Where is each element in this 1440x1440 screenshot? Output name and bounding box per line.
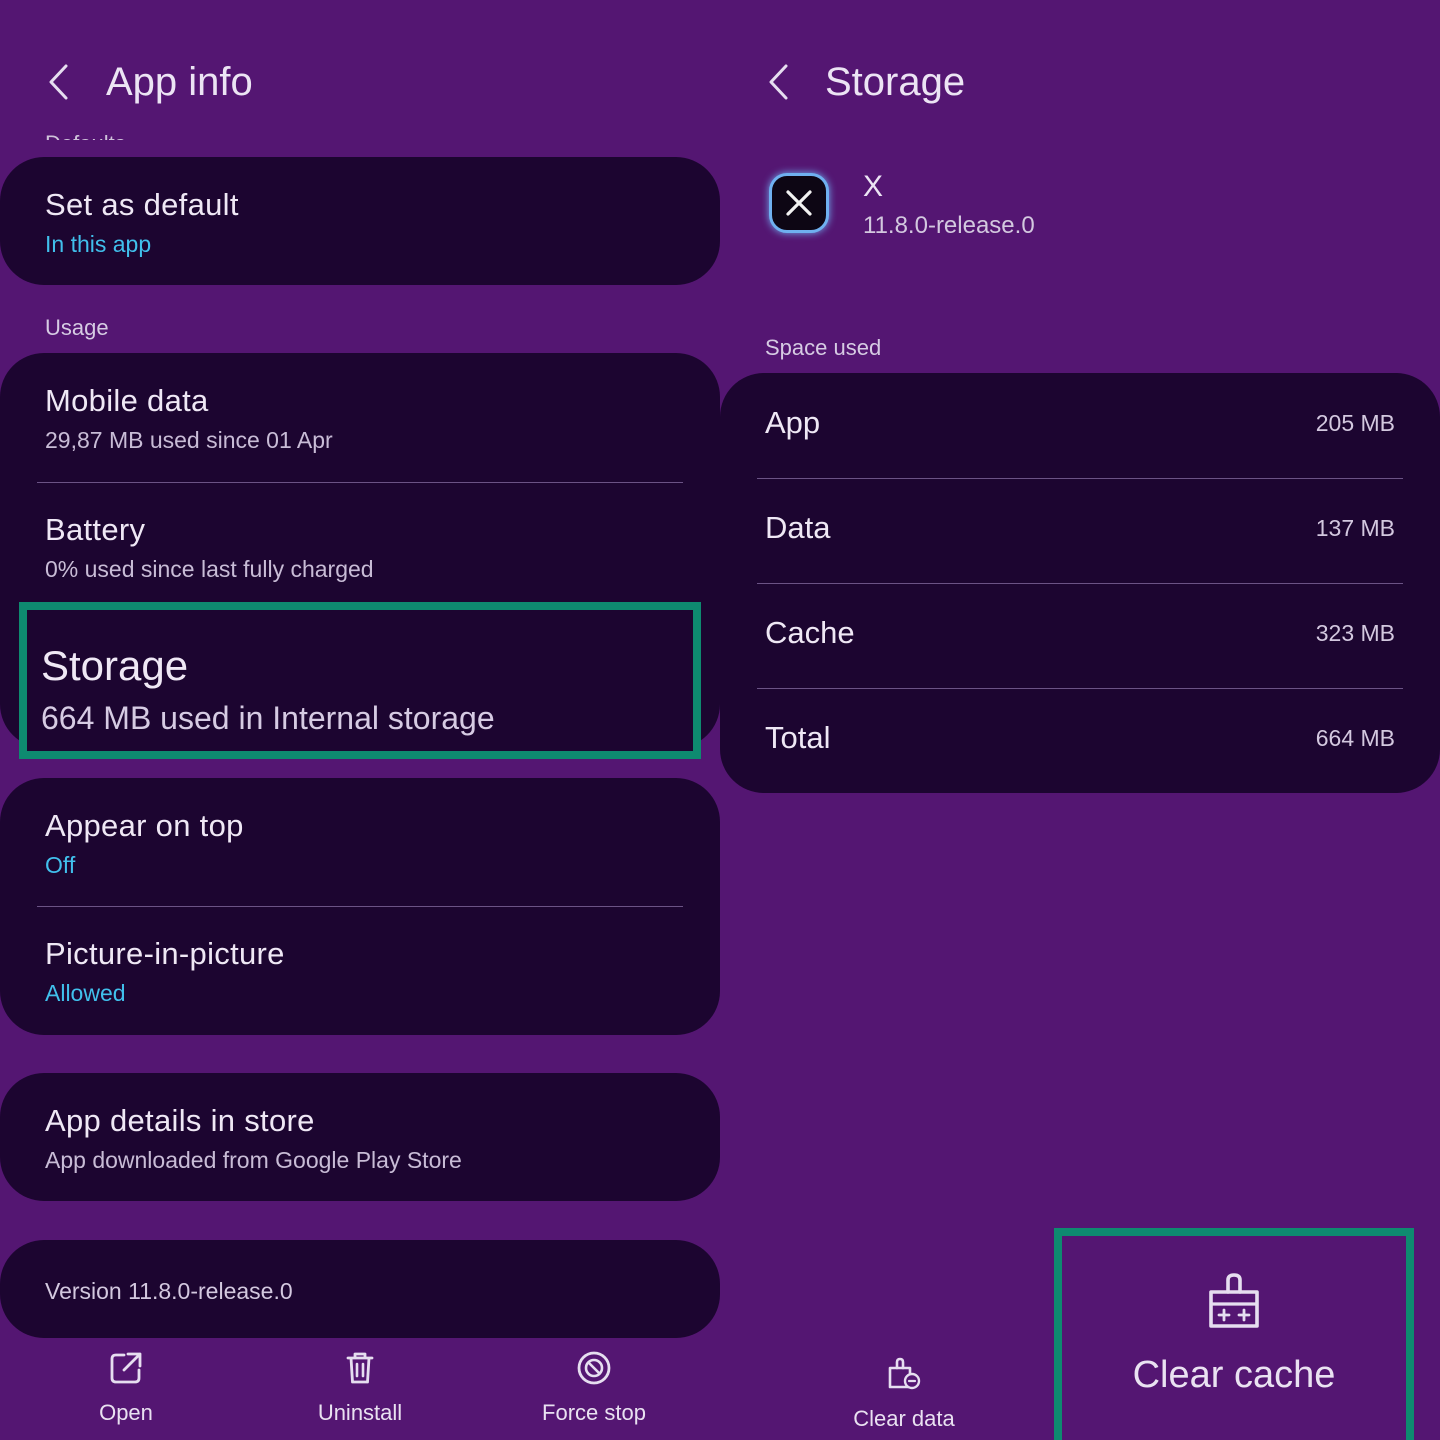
battery-item[interactable]: Battery 0% used since last fully charged bbox=[45, 512, 690, 583]
force-stop-label: Force stop bbox=[542, 1400, 646, 1425]
chevron-left-icon bbox=[769, 64, 788, 100]
storage-row-total: Total 664 MB bbox=[765, 720, 1395, 756]
version-text: Version 11.8.0-release.0 bbox=[45, 1278, 293, 1304]
pip-title: Picture-in-picture bbox=[45, 936, 285, 971]
storage-row-label: Data bbox=[765, 510, 831, 545]
storage-row-value: 664 MB bbox=[1315, 724, 1395, 751]
divider bbox=[37, 482, 683, 483]
storage-item[interactable]: Storage 664 MB used in Internal storage bbox=[19, 602, 701, 759]
back-button[interactable] bbox=[758, 62, 798, 102]
set-default-subtitle: In this app bbox=[45, 231, 152, 257]
clear-data-icon bbox=[888, 1357, 921, 1390]
storage-row-label: Cache bbox=[765, 615, 855, 650]
broom-icon bbox=[1209, 1273, 1259, 1328]
set-default-card[interactable]: Set as default In this app bbox=[0, 157, 720, 285]
app-info-pane: App info Defaults Set as default In this… bbox=[0, 0, 720, 1440]
section-label-space-used: Space used bbox=[765, 335, 882, 360]
block-icon bbox=[577, 1351, 611, 1385]
appear-on-top-title: Appear on top bbox=[45, 808, 244, 843]
storage-header: Storage bbox=[720, 52, 965, 112]
bottom-action-bar: Open Uninstall Force stop bbox=[0, 1348, 720, 1440]
store-title: App details in store bbox=[45, 1103, 315, 1138]
divider bbox=[37, 906, 683, 907]
divider bbox=[757, 583, 1403, 584]
battery-subtitle: 0% used since last fully charged bbox=[45, 556, 374, 582]
storage-row-app: App 205 MB bbox=[765, 405, 1395, 441]
mobile-data-item[interactable]: Mobile data 29,87 MB used since 01 Apr bbox=[45, 383, 690, 454]
clear-data-button[interactable]: Clear data bbox=[824, 1354, 984, 1432]
open-button[interactable]: Open bbox=[36, 1348, 216, 1426]
set-default-item[interactable]: Set as default In this app bbox=[45, 187, 690, 258]
storage-title: Storage bbox=[41, 642, 189, 689]
uninstall-button[interactable]: Uninstall bbox=[270, 1348, 450, 1426]
store-item[interactable]: App details in store App downloaded from… bbox=[45, 1103, 690, 1174]
space-used-card: App 205 MB Data 137 MB Cache 323 MB Tota… bbox=[720, 373, 1440, 793]
clear-data-label: Clear data bbox=[853, 1406, 955, 1431]
page-title: App info bbox=[106, 59, 253, 104]
section-label-defaults: Defaults bbox=[45, 122, 126, 140]
page-title: Storage bbox=[825, 59, 966, 104]
back-button[interactable] bbox=[38, 62, 78, 102]
force-stop-button[interactable]: Force stop bbox=[504, 1348, 684, 1426]
mobile-data-subtitle: 29,87 MB used since 01 Apr bbox=[45, 427, 333, 453]
appear-on-top-subtitle: Off bbox=[45, 852, 76, 878]
storage-row-cache: Cache 323 MB bbox=[765, 615, 1395, 651]
storage-subtitle: 664 MB used in Internal storage bbox=[41, 700, 495, 736]
store-subtitle: App downloaded from Google Play Store bbox=[45, 1147, 462, 1173]
clear-cache-button[interactable]: Clear cache bbox=[1054, 1228, 1414, 1440]
battery-title: Battery bbox=[45, 512, 146, 547]
uninstall-label: Uninstall bbox=[317, 1400, 403, 1425]
app-info-header: App info bbox=[0, 52, 253, 112]
section-label-usage: Usage bbox=[45, 315, 109, 340]
permissions-card: Appear on top Off Picture-in-picture All… bbox=[0, 778, 720, 1035]
mobile-data-title: Mobile data bbox=[45, 383, 209, 418]
storage-pane: Storage X 11.8.0-release.0 Space used Ap… bbox=[720, 0, 1440, 1440]
x-logo-icon bbox=[786, 190, 812, 216]
pip-item[interactable]: Picture-in-picture Allowed bbox=[45, 936, 690, 1007]
divider bbox=[757, 688, 1403, 689]
clear-cache-label: Clear cache bbox=[1132, 1354, 1336, 1396]
storage-row-value: 323 MB bbox=[1315, 619, 1395, 646]
storage-row-label: Total bbox=[765, 720, 831, 755]
set-default-title: Set as default bbox=[45, 187, 239, 222]
app-name: X bbox=[863, 170, 884, 203]
version-card: Version 11.8.0-release.0 bbox=[0, 1240, 720, 1338]
storage-row-value: 205 MB bbox=[1315, 409, 1395, 436]
store-card: App details in store App downloaded from… bbox=[0, 1073, 720, 1201]
open-label: Open bbox=[99, 1400, 153, 1425]
storage-row-label: App bbox=[765, 405, 821, 440]
storage-row-value: 137 MB bbox=[1315, 514, 1395, 541]
app-version: 11.8.0-release.0 bbox=[863, 212, 1035, 239]
trash-icon bbox=[346, 1352, 374, 1384]
app-icon bbox=[769, 173, 829, 233]
open-external-icon bbox=[110, 1352, 142, 1384]
divider bbox=[757, 478, 1403, 479]
chevron-left-icon bbox=[49, 64, 68, 100]
storage-row-data: Data 137 MB bbox=[765, 510, 1395, 546]
appear-on-top-item[interactable]: Appear on top Off bbox=[45, 808, 690, 879]
pip-subtitle: Allowed bbox=[45, 980, 126, 1006]
